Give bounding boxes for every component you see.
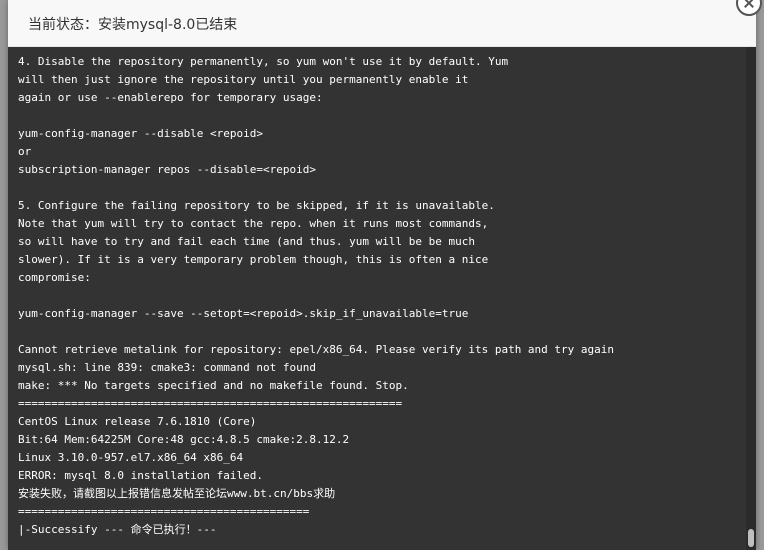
terminal-line: yum-config-manager --save --setopt=<repo… bbox=[18, 307, 469, 320]
terminal-line: ========================================… bbox=[18, 505, 310, 518]
terminal-output-panel[interactable]: 4. Disable the repository permanently, s… bbox=[8, 47, 756, 550]
terminal-line: Cannot retrieve metalink for repository:… bbox=[18, 343, 615, 356]
terminal-line: again or use --enablerepo for temporary … bbox=[18, 91, 323, 104]
terminal-line: Linux 3.10.0-957.el7.x86_64 x86_64 bbox=[18, 451, 244, 464]
terminal-line: make: *** No targets specified and no ma… bbox=[18, 379, 409, 392]
terminal-line: 5. Configure the failing repository to b… bbox=[18, 199, 495, 212]
dialog-titlebar: 当前状态：安装mysql-8.0已结束 bbox=[8, 0, 756, 47]
terminal-line: 4. Disable the repository permanently, s… bbox=[18, 55, 509, 68]
terminal-line: compromise: bbox=[18, 271, 91, 284]
terminal-line: yum-config-manager --disable <repoid> bbox=[18, 127, 264, 140]
install-status-dialog: 当前状态：安装mysql-8.0已结束 4. Disable the repos… bbox=[8, 0, 756, 550]
terminal-line: will then just ignore the repository unt… bbox=[18, 73, 469, 86]
terminal-line: subscription-manager repos --disable=<re… bbox=[18, 163, 317, 176]
terminal-line: |-Successify --- 命令已执行！--- bbox=[18, 523, 217, 536]
terminal-line: Bit:64 Mem:64225M Core:48 gcc:4.8.5 cmak… bbox=[18, 433, 350, 446]
scrollbar-thumb[interactable] bbox=[748, 529, 754, 547]
terminal-line: slower). If it is a very temporary probl… bbox=[18, 253, 489, 266]
terminal-line: 安装失败，请截图以上报错信息发帖至论坛www.bt.cn/bbs求助 bbox=[18, 487, 336, 500]
terminal-line: CentOS Linux release 7.6.1810 (Core) bbox=[18, 415, 257, 428]
terminal-scrollbar[interactable] bbox=[746, 47, 756, 550]
terminal-line: Note that yum will try to contact the re… bbox=[18, 217, 489, 230]
terminal-line: or bbox=[18, 145, 32, 158]
terminal-line: ========================================… bbox=[18, 397, 403, 410]
dialog-title: 当前状态：安装mysql-8.0已结束 bbox=[28, 17, 238, 33]
terminal-log: 4. Disable the repository permanently, s… bbox=[18, 53, 742, 539]
terminal-line: mysql.sh: line 839: cmake3: command not … bbox=[18, 361, 317, 374]
terminal-line: ERROR: mysql 8.0 installation failed. bbox=[18, 469, 264, 482]
terminal-line: so will have to try and fail each time (… bbox=[18, 235, 475, 248]
